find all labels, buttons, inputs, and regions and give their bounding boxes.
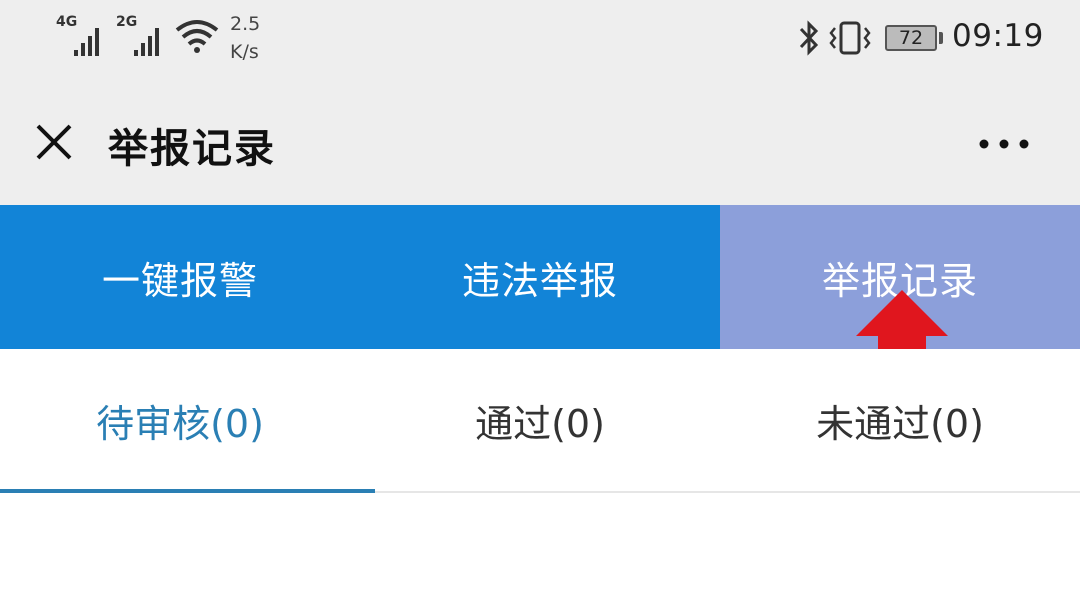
wifi-icon bbox=[175, 20, 219, 53]
tab-pending[interactable]: 待审核(0) bbox=[0, 349, 360, 491]
tab-rejected[interactable]: 未通过(0) bbox=[720, 349, 1080, 491]
battery-tip bbox=[939, 32, 943, 44]
tab-approved[interactable]: 通过(0) bbox=[360, 349, 720, 491]
speed-unit: K/s bbox=[230, 41, 259, 63]
page-title: 举报记录 bbox=[108, 126, 276, 172]
close-icon[interactable] bbox=[32, 120, 76, 164]
network-speed: 2.5 K/s bbox=[230, 10, 260, 66]
nav-violation-report[interactable]: 违法举报 bbox=[360, 205, 720, 349]
signal-bars-icon bbox=[134, 26, 166, 56]
bluetooth-icon bbox=[799, 20, 819, 56]
nav-one-key-alarm[interactable]: 一键报警 bbox=[0, 205, 360, 349]
records-content bbox=[0, 493, 1080, 589]
speed-value: 2.5 bbox=[230, 13, 261, 35]
vibrate-icon bbox=[829, 21, 871, 55]
battery-level: 72 bbox=[898, 27, 924, 49]
title-bar: 举报记录 bbox=[0, 78, 1080, 205]
clock: 09:19 bbox=[952, 18, 1044, 54]
more-options-icon[interactable] bbox=[978, 138, 1030, 150]
status-bar: 4G 2G 2.5 K/s 72 09:19 bbox=[0, 0, 1080, 78]
signal-bars-icon bbox=[74, 26, 106, 56]
status-tabs: 待审核(0) 通过(0) 未通过(0) bbox=[0, 349, 1080, 493]
battery-icon: 72 bbox=[885, 25, 937, 51]
